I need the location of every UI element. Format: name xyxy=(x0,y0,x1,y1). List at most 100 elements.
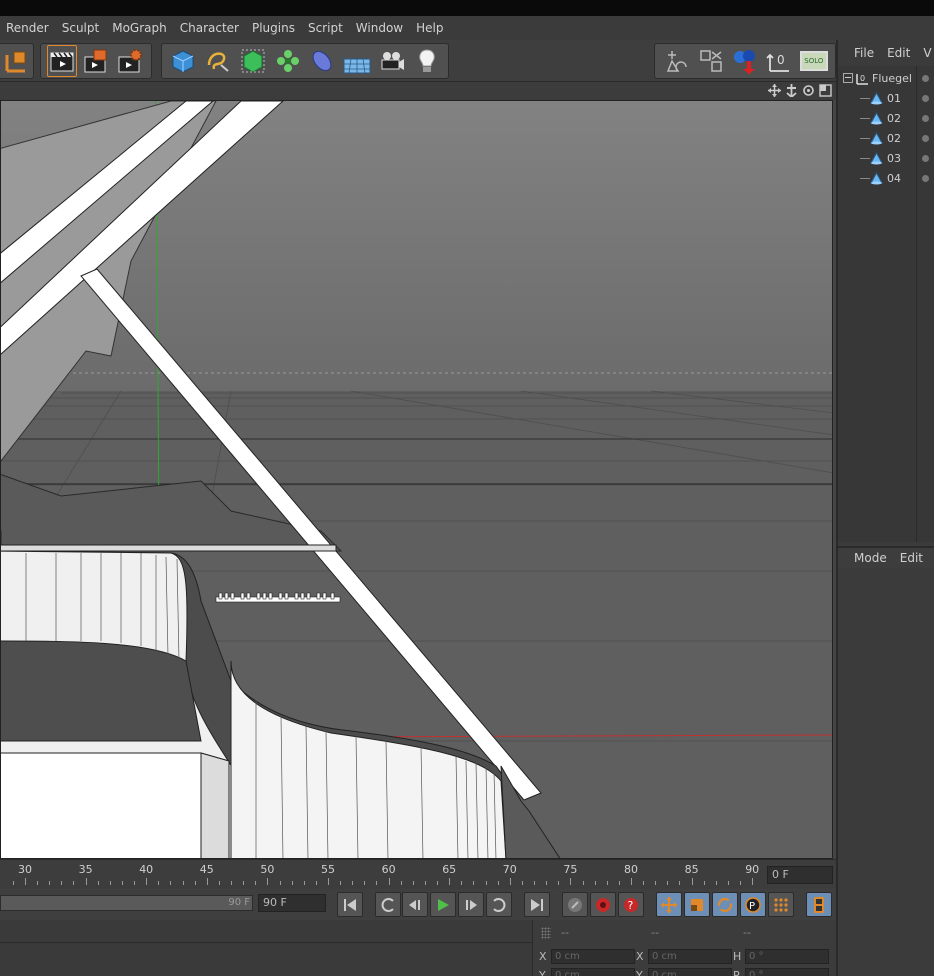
solo-icon: SOLO xyxy=(799,51,828,71)
create-group xyxy=(161,43,449,79)
menu-sculpt[interactable]: Sculpt xyxy=(62,21,99,35)
rotation-p-field[interactable]: 0 ° xyxy=(745,967,829,976)
coordinates-row-1: X 0 cm X 0 cm H 0 ° xyxy=(539,947,830,965)
menu-mograph[interactable]: MoGraph xyxy=(112,21,167,35)
menu-character[interactable]: Character xyxy=(180,21,239,35)
axis-icon xyxy=(5,51,26,73)
om-menu-view[interactable]: V xyxy=(923,46,931,60)
record-keys-button[interactable] xyxy=(562,892,588,917)
panel-grip-icon[interactable] xyxy=(541,927,551,939)
svg-text:0: 0 xyxy=(777,53,785,67)
preview-range-slider[interactable]: 90 F xyxy=(0,895,253,911)
visibility-dot[interactable] xyxy=(922,154,929,162)
animate-scale-button[interactable] xyxy=(684,892,710,917)
size-x-field[interactable]: 0 cm xyxy=(648,948,732,964)
tree-item-02b[interactable]: 02 xyxy=(838,128,934,148)
ruler-label: 70 xyxy=(502,863,517,876)
keyframe-selection-button[interactable]: ? xyxy=(618,892,644,917)
object-manager-panel: File Edit V 0 Fluegel 01 02 02 03 04 Mod… xyxy=(836,40,934,976)
size-y-label: Y xyxy=(636,968,643,976)
next-frame-button[interactable] xyxy=(458,892,484,917)
3d-viewport[interactable] xyxy=(0,100,833,859)
menu-render[interactable]: Render xyxy=(6,21,49,35)
step-back-icon xyxy=(409,899,420,910)
position-y-label: Y xyxy=(539,968,546,976)
tree-item-fluegel[interactable]: 0 Fluegel xyxy=(838,68,934,88)
menu-window[interactable]: Window xyxy=(356,21,403,35)
next-key-button[interactable] xyxy=(486,892,512,917)
world-coordinates-button[interactable] xyxy=(3,45,31,77)
deformer-button[interactable] xyxy=(307,45,338,77)
edit-render-icon xyxy=(667,51,687,72)
rotate-view-icon[interactable] xyxy=(802,84,815,97)
menu-help[interactable]: Help xyxy=(416,21,443,35)
xref-icon xyxy=(699,50,722,72)
play-button[interactable] xyxy=(430,892,456,917)
rotation-p-label: P xyxy=(733,968,740,976)
rotation-h-field[interactable]: 0 ° xyxy=(745,948,829,964)
spline-pen-button[interactable] xyxy=(203,45,234,77)
visibility-dot[interactable] xyxy=(922,74,929,82)
autokey-button[interactable] xyxy=(590,892,616,917)
tree-item-03[interactable]: 03 xyxy=(838,148,934,168)
tree-item-01[interactable]: 01 xyxy=(838,88,934,108)
xref-button[interactable] xyxy=(695,45,725,77)
visibility-dot[interactable] xyxy=(922,174,929,182)
om-menu-file[interactable]: File xyxy=(854,46,874,60)
coordinates-panel: -- -- -- X 0 cm X 0 cm H 0 ° Y 0 cm Y 0 … xyxy=(532,920,836,976)
ruler-tick xyxy=(497,881,499,885)
timeline-ruler[interactable]: 30 35 40 45 50 55 60 65 70 75 80 85 90 0 F xyxy=(0,859,836,889)
end-frame-field[interactable]: 90 F xyxy=(258,894,326,912)
ruler-tick xyxy=(521,881,523,885)
render-view-button[interactable] xyxy=(47,45,78,77)
animate-points-button[interactable] xyxy=(768,892,794,917)
sphere-drop-icon xyxy=(734,50,756,74)
ruler-tick xyxy=(206,878,208,885)
current-frame-field[interactable]: 0 F xyxy=(767,866,833,884)
menu-script[interactable]: Script xyxy=(308,21,343,35)
previous-frame-button[interactable] xyxy=(402,892,428,917)
animate-rotation-button[interactable] xyxy=(712,892,738,917)
previous-key-button[interactable] xyxy=(375,892,401,917)
animate-parameter-button[interactable]: P xyxy=(740,892,766,917)
move-view-icon[interactable] xyxy=(768,84,781,97)
ruler-label: 65 xyxy=(442,863,457,876)
light-icon xyxy=(418,49,435,72)
floor-button[interactable] xyxy=(342,45,373,77)
null-object-button[interactable]: 0 xyxy=(764,45,794,77)
attr-menu-mode[interactable]: Mode xyxy=(854,551,887,565)
array-button[interactable] xyxy=(272,45,303,77)
solo-button[interactable]: SOLO xyxy=(799,45,829,77)
ruler-tick xyxy=(364,881,366,885)
visibility-dot[interactable] xyxy=(922,114,929,122)
go-to-start-button[interactable] xyxy=(337,892,363,917)
ruler-tick xyxy=(570,878,572,885)
om-menu-edit[interactable]: Edit xyxy=(887,46,910,60)
tree-item-02[interactable]: 02 xyxy=(838,108,934,128)
menu-plugins[interactable]: Plugins xyxy=(252,21,295,35)
attr-menu-edit[interactable]: Edit xyxy=(900,551,923,565)
maximize-view-icon[interactable] xyxy=(819,84,832,97)
zoom-view-icon[interactable] xyxy=(785,84,798,99)
edit-render-button[interactable] xyxy=(661,45,691,77)
ruler-tick xyxy=(752,878,754,885)
sphere-drop-button[interactable] xyxy=(730,45,760,77)
size-y-field[interactable]: 0 cm xyxy=(648,967,732,976)
camera-button[interactable] xyxy=(377,45,408,77)
animate-position-button[interactable] xyxy=(656,892,682,917)
next-key-icon xyxy=(493,897,506,912)
timeline-window-button[interactable] xyxy=(806,892,832,917)
go-to-end-button[interactable] xyxy=(524,892,550,917)
render-settings-button[interactable] xyxy=(115,45,145,77)
cube-button[interactable] xyxy=(168,45,199,77)
tree-item-04[interactable]: 04 xyxy=(838,168,934,188)
visibility-dot[interactable] xyxy=(922,134,929,142)
light-button[interactable] xyxy=(411,45,442,77)
visibility-dot[interactable] xyxy=(922,94,929,102)
collapse-toggle-icon[interactable] xyxy=(843,73,853,83)
viewport-navigation xyxy=(768,84,832,99)
subdivision-surface-button[interactable] xyxy=(238,45,269,77)
position-y-field[interactable]: 0 cm xyxy=(551,967,635,976)
render-picture-viewer-button[interactable] xyxy=(81,45,111,77)
position-x-field[interactable]: 0 cm xyxy=(551,948,635,964)
